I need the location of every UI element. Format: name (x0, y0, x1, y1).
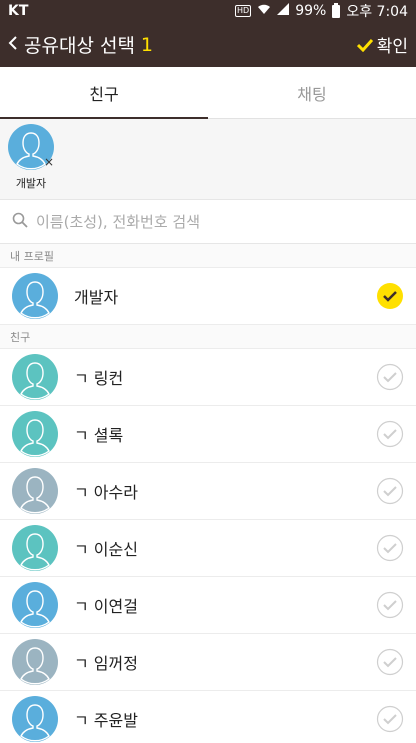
unchecked-icon[interactable] (376, 420, 404, 448)
list-item-my-profile[interactable]: 개발자 (0, 268, 416, 325)
search-icon (12, 212, 28, 232)
back-arrow-icon[interactable] (8, 34, 22, 55)
status-bar: KT HD 99% 오후 7:04 (0, 0, 416, 22)
list-item[interactable]: ㄱ 임꺼정 (0, 634, 416, 691)
avatar (12, 525, 58, 571)
hd-voice-icon: HD (235, 5, 252, 17)
wifi-icon (257, 3, 271, 19)
friend-list: ㄱ 링컨 ㄱ 셜록 ㄱ 아수라 ㄱ 이순신 ㄱ 이연걸 ㄱ 임꺼정 ㄱ 주윤발 (0, 349, 416, 743)
unchecked-icon[interactable] (376, 648, 404, 676)
unchecked-icon[interactable] (376, 705, 404, 733)
avatar (12, 354, 58, 400)
unchecked-icon[interactable] (376, 591, 404, 619)
list-item-name: ㄱ 셜록 (74, 426, 124, 445)
unchecked-icon[interactable] (376, 534, 404, 562)
list-item[interactable]: ㄱ 이연걸 (0, 577, 416, 634)
tab-bar: 친구 채팅 (0, 67, 416, 119)
list-item[interactable]: ㄱ 셜록 (0, 406, 416, 463)
avatar (12, 696, 58, 742)
list-item-name: ㄱ 주윤발 (74, 711, 138, 730)
section-header-my-profile: 내 프로필 (0, 244, 416, 268)
avatar (12, 639, 58, 685)
list-item-name: ㄱ 이연걸 (74, 597, 138, 616)
signal-icon (277, 3, 290, 19)
search-input[interactable] (36, 212, 396, 231)
list-item-name: ㄱ 링컨 (74, 369, 124, 388)
avatar (12, 582, 58, 628)
avatar (12, 273, 58, 319)
confirm-button[interactable]: 확인 (356, 32, 408, 57)
search-bar (0, 200, 416, 244)
page-title: 공유대상 선택 (24, 35, 135, 57)
avatar (12, 468, 58, 514)
list-item[interactable]: ㄱ 아수라 (0, 463, 416, 520)
tab-friends[interactable]: 친구 (0, 67, 208, 118)
selected-count: 1 (140, 33, 154, 56)
battery-icon (332, 2, 341, 18)
selected-chip-name: 개발자 (15, 177, 47, 190)
avatar (12, 411, 58, 457)
list-item-name: ㄱ 이순신 (74, 540, 138, 559)
checked-icon[interactable] (376, 282, 404, 310)
list-item[interactable]: ㄱ 링컨 (0, 349, 416, 406)
clock: 오후 7:04 (346, 4, 408, 20)
list-item[interactable]: ㄱ 주윤발 (0, 691, 416, 743)
check-icon (356, 38, 373, 52)
remove-icon[interactable]: × (44, 155, 54, 169)
confirm-label: 확인 (376, 37, 408, 57)
list-item-name: 개발자 (74, 288, 119, 307)
selected-targets: 개발자 × (0, 119, 416, 200)
section-header-friends: 친구 (0, 325, 416, 349)
list-item-name: ㄱ 아수라 (74, 483, 138, 502)
unchecked-icon[interactable] (376, 363, 404, 391)
list-item[interactable]: ㄱ 이순신 (0, 520, 416, 577)
list-item-name: ㄱ 임꺼정 (74, 654, 138, 673)
tab-chats[interactable]: 채팅 (208, 67, 416, 118)
unchecked-icon[interactable] (376, 477, 404, 505)
battery-percent: 99% (295, 3, 327, 19)
app-bar: 공유대상 선택 1 확인 (0, 22, 416, 67)
carrier-label: KT (8, 3, 29, 19)
